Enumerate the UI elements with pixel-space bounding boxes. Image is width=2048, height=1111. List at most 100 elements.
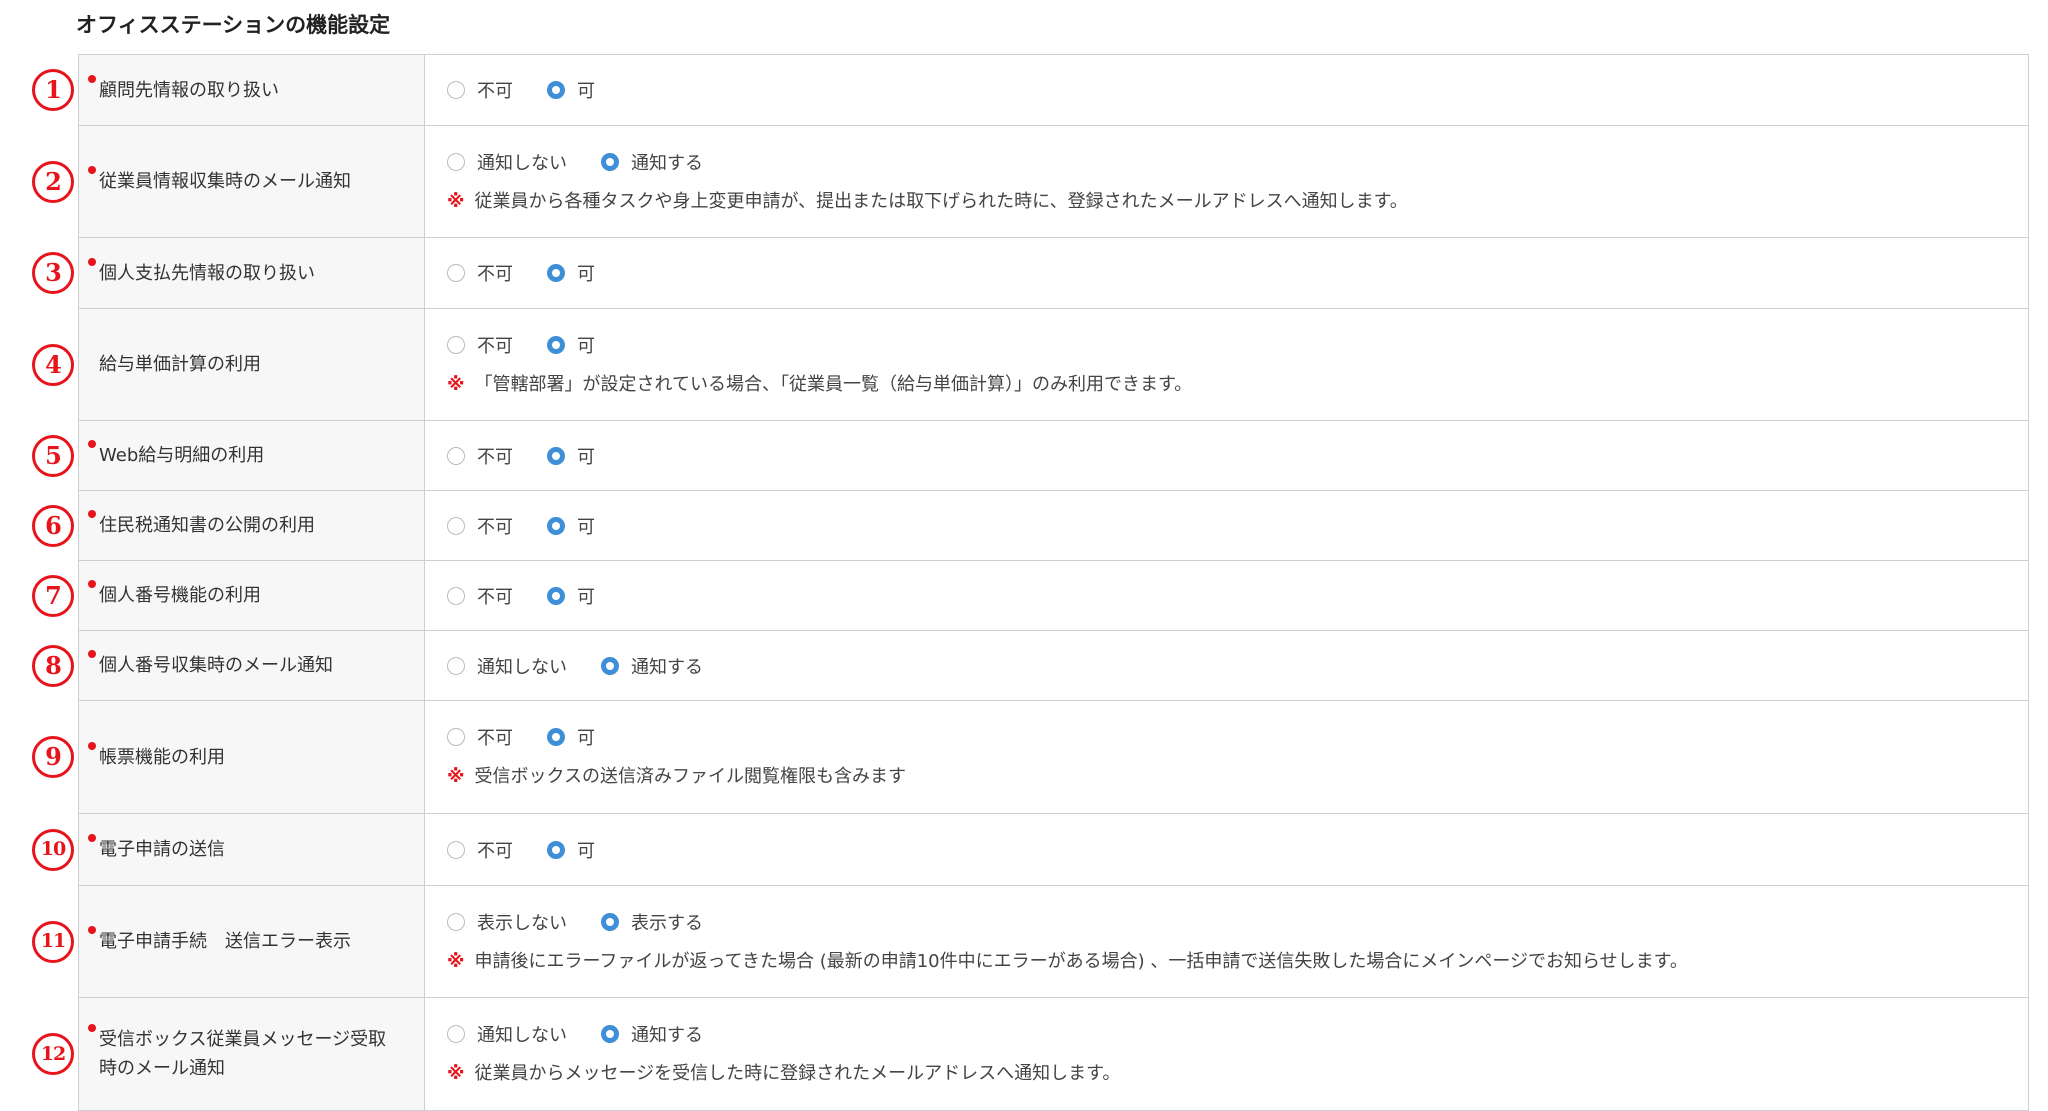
radio-option-label: 可 bbox=[577, 516, 595, 538]
setting-label-cell: 個人番号機能の利用 bbox=[79, 561, 425, 630]
radio-selected-icon[interactable] bbox=[547, 586, 565, 605]
radio-option[interactable]: 通知しない bbox=[447, 653, 567, 679]
radio-option[interactable]: 通知しない bbox=[447, 1021, 567, 1047]
radio-option-label: 通知する bbox=[631, 1025, 703, 1046]
radio-unselected-icon[interactable] bbox=[447, 446, 465, 465]
radio-unselected-icon[interactable] bbox=[447, 81, 465, 99]
radio-option[interactable]: 不可 bbox=[447, 583, 513, 609]
row-number-badge: 10 bbox=[32, 828, 74, 871]
radio-unselected-icon[interactable] bbox=[447, 728, 465, 746]
setting-value-cell: 不可 可 bbox=[425, 55, 2028, 125]
radio-selected-icon[interactable] bbox=[547, 728, 565, 746]
setting-note: ※ 受信ボックスの送信済みファイル閲覧権限も含みます bbox=[447, 762, 2006, 792]
setting-row: 6 住民税通知書の公開の利用 不可 可 bbox=[32, 491, 2028, 561]
radio-option[interactable]: 不可 bbox=[447, 724, 513, 750]
radio-selected-icon[interactable] bbox=[601, 1025, 619, 1043]
radio-group: 不可 可 bbox=[447, 258, 2006, 288]
setting-label-cell: 受信ボックス従業員メッセージ受取時のメール通知 bbox=[79, 998, 425, 1110]
radio-group: 不可 可 bbox=[447, 441, 2006, 471]
radio-option[interactable]: 不可 bbox=[447, 513, 513, 539]
radio-selected-icon[interactable] bbox=[547, 335, 565, 354]
radio-selected-icon[interactable] bbox=[547, 264, 565, 282]
setting-row: 10 電子申請の送信 不可 可 bbox=[32, 814, 2028, 886]
radio-option[interactable]: 可 bbox=[547, 260, 595, 286]
row-number-badge: 2 bbox=[32, 160, 74, 203]
radio-option-label: 不可 bbox=[477, 516, 513, 538]
setting-row: 7 個人番号機能の利用 不可 可 bbox=[32, 561, 2028, 631]
radio-option[interactable]: 通知する bbox=[601, 1021, 703, 1047]
radio-option[interactable]: 表示しない bbox=[447, 909, 567, 935]
radio-option[interactable]: 表示する bbox=[601, 909, 703, 935]
radio-option-label: 可 bbox=[577, 335, 595, 357]
setting-value-cell: 通知しない 通知する ※ 従業員からメッセージを受信した時に登録されたメールアドレスへ… bbox=[425, 998, 2028, 1110]
radio-option-label: 通知する bbox=[631, 152, 703, 174]
radio-unselected-icon[interactable] bbox=[447, 335, 465, 354]
radio-selected-icon[interactable] bbox=[601, 912, 619, 931]
required-dot-icon bbox=[88, 650, 96, 658]
setting-label: 個人番号機能の利用 bbox=[99, 585, 261, 606]
setting-label-cell: 個人番号収集時のメール通知 bbox=[79, 631, 425, 700]
setting-value-cell: 不可 可 bbox=[425, 238, 2028, 308]
radio-option[interactable]: 可 bbox=[547, 724, 595, 750]
radio-option[interactable]: 通知しない bbox=[447, 149, 567, 175]
radio-selected-icon[interactable] bbox=[601, 152, 619, 171]
note-mark: ※ bbox=[447, 190, 465, 212]
setting-row: 9 帳票機能の利用 不可 可 ※ 受信ボックスの送信済みファイル閲覧権限も含みます bbox=[32, 701, 2028, 814]
radio-selected-icon[interactable] bbox=[547, 446, 565, 465]
radio-selected-icon[interactable] bbox=[547, 840, 565, 859]
setting-value-cell: 通知しない 通知する bbox=[425, 631, 2028, 700]
radio-option[interactable]: 通知する bbox=[601, 653, 703, 679]
radio-group: 通知しない 通知する bbox=[447, 147, 2006, 177]
row-number-badge: 7 bbox=[32, 574, 74, 617]
setting-label: 住民税通知書の公開の利用 bbox=[99, 515, 315, 536]
radio-group: 不可 可 bbox=[447, 511, 2006, 541]
required-dot-icon bbox=[88, 1024, 96, 1032]
setting-row: 5 Web給与明細の利用 不可 可 bbox=[32, 421, 2028, 491]
radio-option[interactable]: 可 bbox=[547, 332, 595, 358]
setting-label-cell: 電子申請の送信 bbox=[79, 814, 425, 885]
row-number-badge: 6 bbox=[32, 504, 74, 547]
radio-option[interactable]: 可 bbox=[547, 583, 595, 609]
radio-unselected-icon[interactable] bbox=[447, 152, 465, 171]
radio-group: 不可 可 bbox=[447, 722, 2006, 752]
row-number-badge: 1 bbox=[32, 69, 74, 111]
radio-option[interactable]: 不可 bbox=[447, 332, 513, 358]
radio-selected-icon[interactable] bbox=[601, 656, 619, 675]
radio-option[interactable]: 可 bbox=[547, 443, 595, 469]
note-text: 従業員から各種タスクや身上変更申請が、提出または取下げられた時に、登録されたメー… bbox=[474, 190, 1408, 212]
radio-group: 通知しない 通知する bbox=[447, 651, 2006, 681]
radio-unselected-icon[interactable] bbox=[447, 840, 465, 859]
radio-selected-icon[interactable] bbox=[547, 81, 565, 99]
radio-unselected-icon[interactable] bbox=[447, 656, 465, 675]
radio-group: 通知しない 通知する bbox=[447, 1019, 2006, 1049]
setting-value-cell: 不可 可 ※ 「管轄部署」が設定されている場合、「従業員一覧（給与単価計算）」のみ利用… bbox=[425, 309, 2028, 420]
radio-unselected-icon[interactable] bbox=[447, 586, 465, 605]
setting-label-cell: 従業員情報収集時のメール通知 bbox=[79, 126, 425, 237]
setting-value-cell: 不可 可 bbox=[425, 421, 2028, 490]
required-dot-icon bbox=[88, 580, 96, 588]
setting-label: 顧問先情報の取り扱い bbox=[99, 79, 279, 101]
note-text: 申請後にエラーファイルが返ってきた場合 (最新の申請10件中にエラーがある場合)… bbox=[474, 950, 1688, 972]
radio-option[interactable]: 可 bbox=[547, 77, 595, 103]
radio-option[interactable]: 不可 bbox=[447, 443, 513, 469]
required-dot-icon bbox=[88, 510, 96, 518]
radio-selected-icon[interactable] bbox=[547, 516, 565, 535]
radio-option[interactable]: 不可 bbox=[447, 260, 513, 286]
setting-note: ※ 従業員からメッセージを受信した時に登録されたメールアドレスへ通知します。 bbox=[447, 1059, 2006, 1089]
radio-unselected-icon[interactable] bbox=[447, 264, 465, 282]
radio-option[interactable]: 不可 bbox=[447, 837, 513, 863]
required-dot-icon bbox=[88, 166, 96, 174]
radio-unselected-icon[interactable] bbox=[447, 516, 465, 535]
row-number-badge: 3 bbox=[32, 252, 74, 294]
radio-unselected-icon[interactable] bbox=[447, 1025, 465, 1043]
radio-option[interactable]: 通知する bbox=[601, 149, 703, 175]
setting-row: 12 受信ボックス従業員メッセージ受取時のメール通知 通知しない 通知する ※ 従業員から… bbox=[32, 998, 2028, 1111]
radio-option-label: 不可 bbox=[477, 335, 513, 357]
radio-option[interactable]: 可 bbox=[547, 837, 595, 863]
settings-table: 1 顧問先情報の取り扱い 不可可 2 従業員情報収集時のメール通知 通知しない 通知する ※ 従… bbox=[32, 54, 2029, 1111]
radio-unselected-icon[interactable] bbox=[447, 912, 465, 931]
radio-option[interactable]: 可 bbox=[547, 513, 595, 539]
setting-note: ※ 申請後にエラーファイルが返ってきた場合 (最新の申請10件中にエラーがある場合… bbox=[447, 947, 2006, 977]
note-mark: ※ bbox=[447, 950, 465, 972]
radio-option[interactable]: 不可 bbox=[447, 77, 513, 103]
